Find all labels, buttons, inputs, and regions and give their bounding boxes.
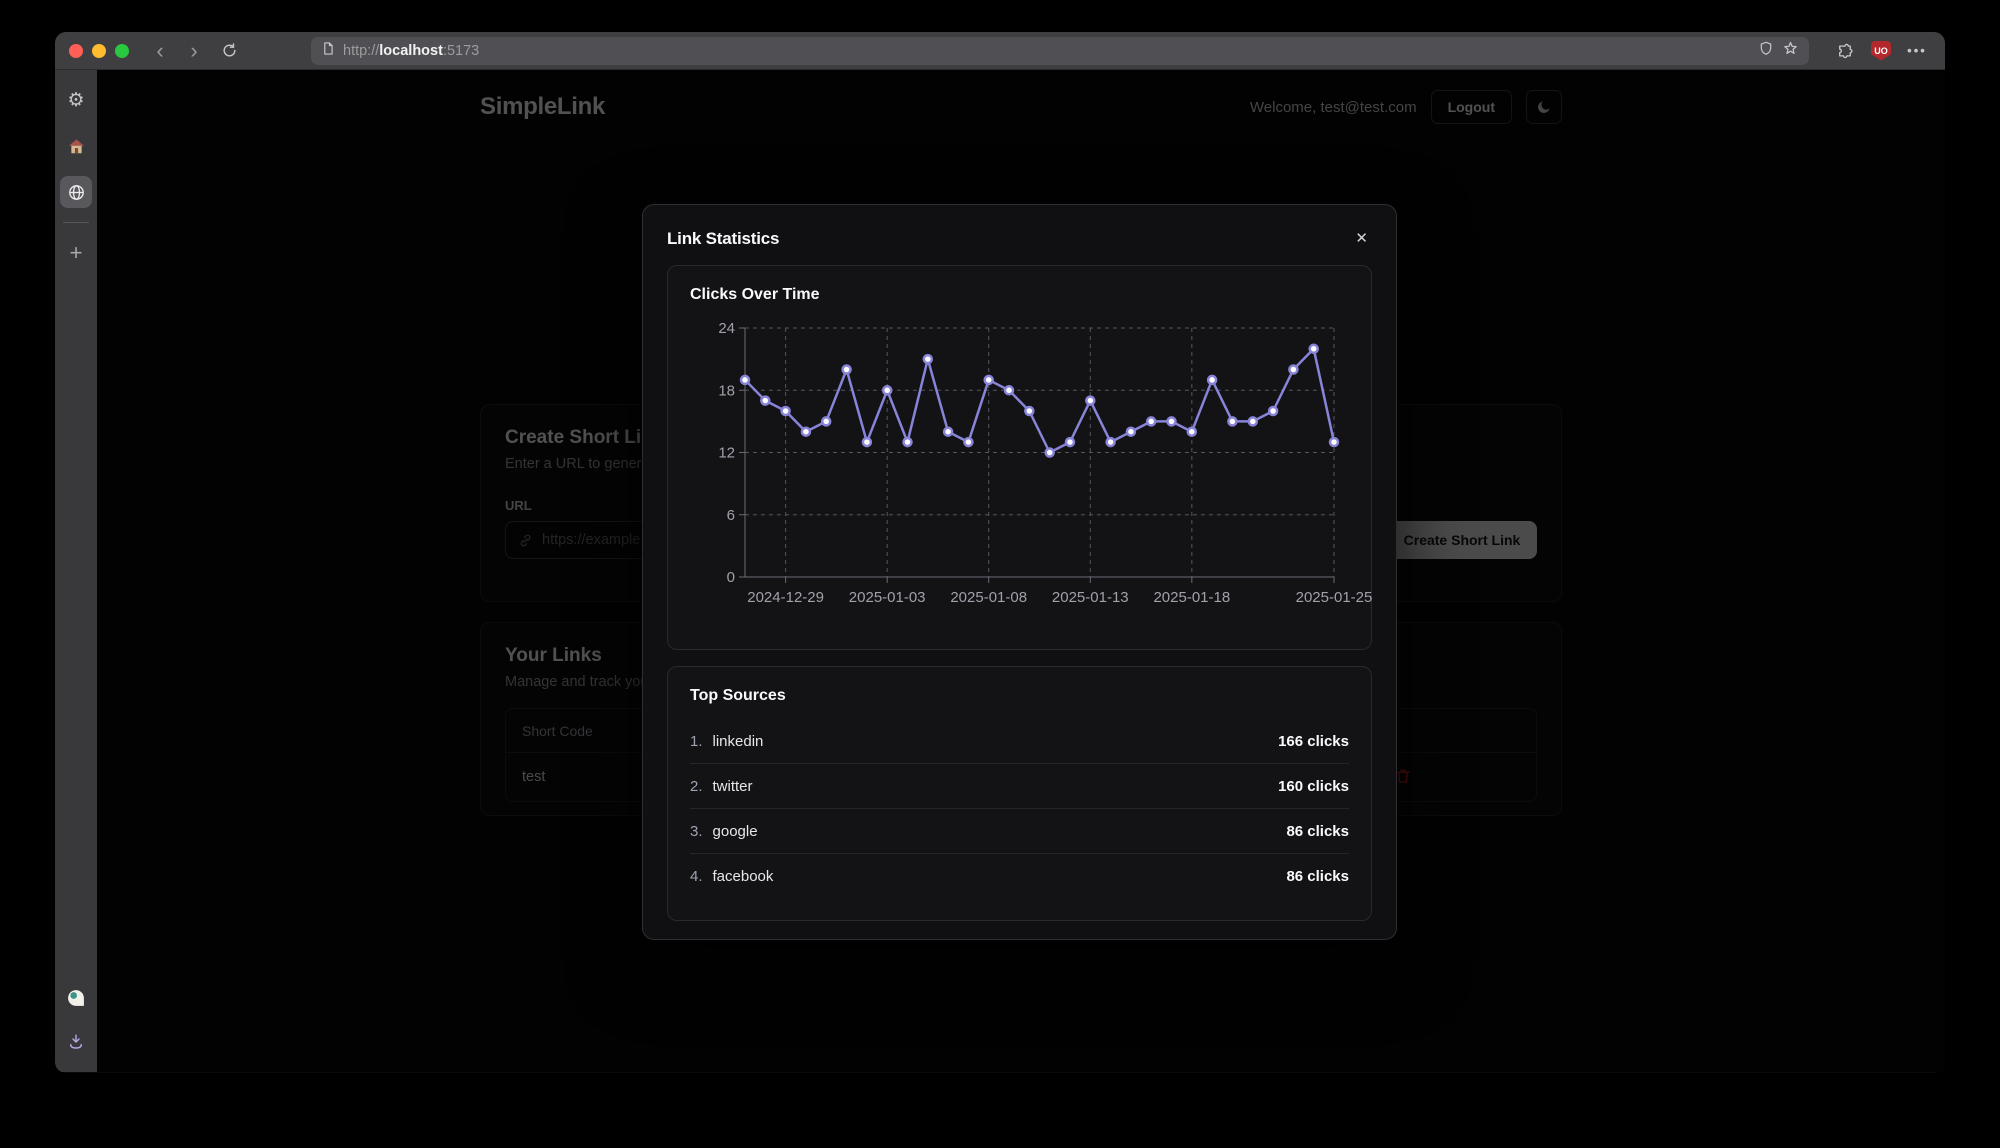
- browser-toolbar: ‹ › http://localhost:5173: [55, 32, 1945, 70]
- source-clicks: 160 clicks: [1278, 778, 1349, 795]
- source-clicks: 166 clicks: [1278, 733, 1349, 750]
- traffic-lights: [69, 44, 129, 58]
- source-name: facebook: [713, 868, 774, 885]
- svg-text:2025-01-13: 2025-01-13: [1052, 589, 1129, 606]
- source-clicks: 86 clicks: [1286, 823, 1349, 840]
- minimize-window-button[interactable]: [92, 44, 106, 58]
- source-name: twitter: [713, 778, 753, 795]
- zoom-window-button[interactable]: [115, 44, 129, 58]
- adblock-extension-icon[interactable]: UO: [1867, 37, 1895, 65]
- source-rank: 1.: [690, 733, 703, 750]
- clicks-chart: 0 6 12 18 24 2024-12-29 2025-01-03 2025-01-08 20…: [690, 314, 1349, 619]
- top-sources-card: Top Sources 1. linkedin 166 clicks 2. twit…: [667, 666, 1372, 921]
- web-content: SimpleLink Welcome, test@test.com Logout: [97, 70, 1945, 1072]
- source-row: 3. google 86 clicks: [690, 809, 1349, 854]
- downloads-icon[interactable]: [60, 1026, 92, 1058]
- source-row: 2. twitter 160 clicks: [690, 764, 1349, 809]
- source-name: linkedin: [713, 733, 764, 750]
- browser-sidebar: ⚙ +: [55, 70, 97, 1072]
- source-row: 1. linkedin 166 clicks: [690, 719, 1349, 764]
- sources-heading: Top Sources: [690, 687, 1349, 705]
- source-rank: 2.: [690, 778, 703, 795]
- settings-gear-icon[interactable]: ⚙: [60, 84, 92, 116]
- browser-window: ‹ › http://localhost:5173: [55, 32, 1945, 1073]
- chart-heading: Clicks Over Time: [690, 286, 1349, 304]
- tracking-shield-icon[interactable]: [1758, 40, 1774, 62]
- forward-icon[interactable]: ›: [181, 40, 207, 62]
- clicks-over-time-card: Clicks Over Time 0 6 12 18 24 2024-12-29 2025-…: [667, 265, 1372, 650]
- new-tab-plus-icon[interactable]: +: [60, 237, 92, 269]
- adblock-badge: UO: [1871, 41, 1891, 61]
- url-bar[interactable]: http://localhost:5173: [311, 37, 1809, 65]
- close-modal-button[interactable]: ✕: [1351, 229, 1372, 248]
- back-icon[interactable]: ‹: [147, 40, 173, 62]
- source-name: google: [713, 823, 758, 840]
- svg-text:2024-12-29: 2024-12-29: [747, 589, 824, 606]
- active-tab-globe-icon[interactable]: [60, 176, 92, 208]
- source-clicks: 86 clicks: [1286, 868, 1349, 885]
- menu-ellipsis-icon[interactable]: •••: [1903, 37, 1931, 65]
- chrome-body: ⚙ +: [55, 70, 1945, 1072]
- svg-text:0: 0: [727, 569, 735, 586]
- source-row: 4. facebook 86 clicks: [690, 854, 1349, 899]
- address-text[interactable]: http://localhost:5173: [343, 43, 1750, 59]
- source-rank: 3.: [690, 823, 703, 840]
- sidebar-divider: [63, 222, 89, 223]
- page-icon: [321, 41, 335, 61]
- source-rank: 4.: [690, 868, 703, 885]
- svg-text:2025-01-25: 2025-01-25: [1296, 589, 1373, 606]
- svg-text:6: 6: [727, 507, 735, 524]
- link-statistics-modal: Link Statistics ✕ Clicks Over Time 0 6 12 1…: [642, 204, 1397, 940]
- svg-text:2025-01-08: 2025-01-08: [950, 589, 1027, 606]
- desktop: ‹ › http://localhost:5173: [0, 0, 2000, 1148]
- extensions-puzzle-icon[interactable]: [1831, 37, 1859, 65]
- home-tab-icon[interactable]: [60, 130, 92, 162]
- reload-icon[interactable]: [215, 37, 243, 65]
- sources-list: 1. linkedin 166 clicks 2. twitter 160 clic…: [690, 719, 1349, 899]
- line-chart-svg: 0 6 12 18 24 2024-12-29 2025-01-03 2025-01-08 20…: [690, 314, 1352, 619]
- svg-text:24: 24: [718, 320, 735, 337]
- svg-text:2025-01-18: 2025-01-18: [1153, 589, 1230, 606]
- close-window-button[interactable]: [69, 44, 83, 58]
- modal-title: Link Statistics: [667, 229, 779, 249]
- bookmark-star-icon[interactable]: [1782, 40, 1799, 62]
- extension-blob-icon[interactable]: [60, 982, 92, 1014]
- svg-text:2025-01-03: 2025-01-03: [849, 589, 926, 606]
- svg-text:18: 18: [718, 382, 735, 399]
- svg-text:12: 12: [718, 445, 735, 462]
